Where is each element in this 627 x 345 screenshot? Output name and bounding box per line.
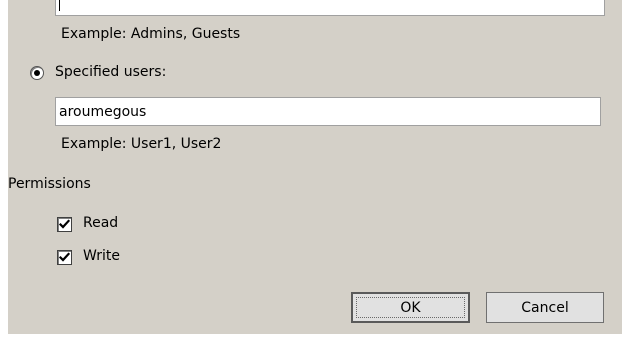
text-cursor bbox=[59, 0, 60, 11]
specified-users-input[interactable] bbox=[55, 97, 601, 126]
permissions-heading: Permissions bbox=[8, 176, 91, 192]
read-checkbox[interactable] bbox=[57, 217, 72, 232]
share-permissions-dialog: Example: Admins, Guests Specified users:… bbox=[8, 0, 622, 334]
groups-example-text: Example: Admins, Guests bbox=[61, 26, 241, 42]
users-example-text: Example: User1, User2 bbox=[61, 136, 222, 152]
ok-button-label: OK bbox=[400, 299, 421, 316]
read-label[interactable]: Read bbox=[83, 215, 118, 231]
cancel-button[interactable]: Cancel bbox=[486, 292, 604, 323]
specified-users-radio[interactable] bbox=[30, 66, 44, 80]
specified-users-label[interactable]: Specified users: bbox=[55, 64, 166, 80]
ok-button[interactable]: OK bbox=[351, 292, 470, 323]
groups-input[interactable] bbox=[55, 0, 605, 16]
write-label[interactable]: Write bbox=[83, 248, 120, 264]
cancel-button-label: Cancel bbox=[521, 299, 569, 316]
checkmark-icon bbox=[58, 252, 71, 262]
checkmark-icon bbox=[58, 219, 71, 229]
radio-selected-dot bbox=[34, 70, 40, 76]
write-checkbox[interactable] bbox=[57, 250, 72, 265]
